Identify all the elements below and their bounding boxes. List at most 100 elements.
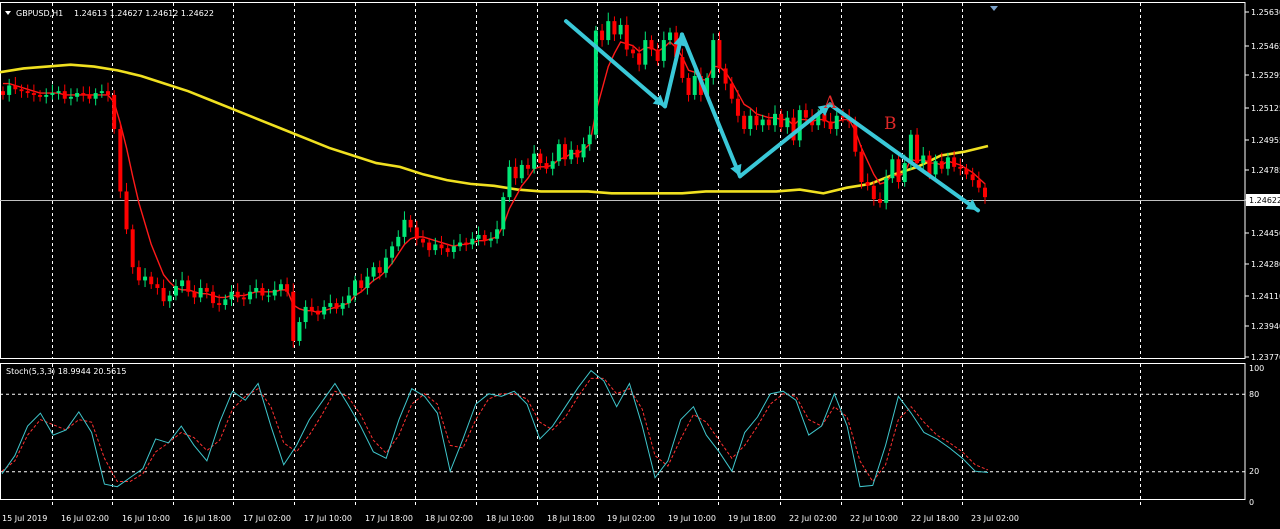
candle-body — [112, 94, 117, 130]
x-tick-label: 16 Jul 18:00 — [183, 514, 231, 523]
candle-body — [495, 229, 500, 239]
candle-body — [482, 234, 487, 241]
candle-body — [50, 93, 55, 95]
candle-body — [618, 24, 623, 35]
candle-body — [383, 257, 388, 273]
candle-body — [525, 164, 530, 169]
symbol-label: GBPUSD,H1 — [16, 9, 63, 18]
candle-body — [402, 219, 407, 237]
candle-body — [105, 91, 110, 95]
wave-arrow — [738, 102, 832, 179]
candle-body — [865, 182, 870, 186]
candle-body — [964, 168, 969, 175]
candle-body — [939, 161, 944, 169]
candle-body — [958, 166, 963, 169]
candle-body — [420, 238, 425, 243]
price-tick-label: 1.23940 — [1251, 322, 1280, 331]
price-tick-label: 1.24955 — [1251, 136, 1280, 145]
candle-body — [217, 303, 222, 306]
candle-body — [408, 219, 413, 228]
stoch-main-line — [1, 369, 989, 488]
candle-body — [7, 85, 12, 95]
candle-body — [921, 155, 926, 164]
candle-body — [550, 161, 555, 169]
candle-body — [44, 94, 49, 97]
candle-body — [340, 303, 345, 309]
price-tick-label: 1.25125 — [1251, 104, 1280, 113]
x-tick-label: 17 Jul 02:00 — [243, 514, 291, 523]
current-price-label: 1.24622 — [1249, 196, 1280, 205]
x-tick-label: 15 Jul 2019 — [2, 514, 47, 523]
candle-body — [828, 121, 833, 130]
candle-body — [161, 287, 166, 302]
candle-body — [445, 248, 450, 253]
candle-body — [118, 129, 123, 192]
wave-label-b: B — [884, 114, 897, 134]
candle-body — [773, 113, 778, 126]
candle-body — [723, 68, 728, 84]
candle-body — [334, 303, 339, 309]
candle-body — [686, 77, 691, 95]
stoch-tick-label: 80 — [1249, 390, 1259, 399]
x-tick-label: 22 Jul 10:00 — [850, 514, 898, 523]
candle-body — [902, 163, 907, 182]
price-tick-label: 1.25465 — [1251, 42, 1280, 51]
candle-body — [198, 287, 203, 298]
candle-body — [884, 178, 889, 203]
candle-body — [488, 238, 493, 241]
candle-body — [878, 199, 883, 203]
candle-body — [143, 276, 148, 281]
price-tick-label: 1.23770 — [1251, 353, 1280, 362]
candle-body — [661, 40, 666, 61]
candle-body — [766, 119, 771, 126]
candle-body — [359, 280, 364, 288]
candle-body — [25, 91, 30, 94]
candle-body — [581, 144, 586, 158]
candle-body — [315, 310, 320, 315]
candle-body — [186, 280, 191, 292]
candle-body — [803, 110, 808, 118]
candle-body — [612, 21, 617, 35]
candle-body — [210, 291, 215, 304]
candle-body — [779, 113, 784, 128]
candle-body — [1, 91, 5, 95]
candle-body — [729, 83, 734, 99]
candle-body — [587, 134, 592, 145]
candle-body — [241, 297, 246, 300]
candle-body — [278, 284, 283, 290]
x-tick-label: 18 Jul 02:00 — [425, 514, 473, 523]
stoch-tick-label: 0 — [1249, 498, 1254, 507]
candle-body — [915, 134, 920, 164]
candle-body — [254, 287, 259, 292]
candle-body — [204, 287, 209, 292]
candle-body — [945, 157, 950, 169]
candle-body — [538, 153, 543, 164]
candle-body — [136, 267, 141, 281]
trading-chart[interactable]: 15 Jul 2019 16 Jul 02:00 16 Jul 10:00 16 Ju… — [0, 0, 1280, 529]
stoch-label: Stoch(5,3,3) 18.9944 20.5615 — [6, 367, 126, 376]
candle-body — [235, 291, 240, 298]
candle-body — [62, 91, 67, 99]
candle-body — [637, 53, 642, 65]
candle-body — [983, 187, 987, 198]
candle-body — [624, 24, 629, 50]
candle-body — [149, 276, 154, 285]
candle-body — [742, 115, 747, 130]
menu-triangle-icon — [5, 11, 11, 15]
candle-body — [952, 157, 957, 167]
candle-body — [600, 30, 605, 41]
price-tick-label: 1.25630 — [1251, 8, 1280, 17]
candle-body — [711, 40, 716, 78]
price-tick-label: 1.24280 — [1251, 260, 1280, 269]
candle-body — [927, 155, 932, 175]
grid — [0, 2, 1246, 505]
candle-body — [223, 299, 228, 306]
candle-body — [519, 164, 524, 179]
candle-body — [563, 144, 568, 160]
candle-body — [692, 76, 697, 95]
x-tick-label: 18 Jul 10:00 — [486, 514, 534, 523]
candle-body — [19, 89, 24, 92]
candle-body — [970, 174, 975, 181]
candle-body — [13, 85, 18, 90]
candle-body — [81, 93, 86, 95]
